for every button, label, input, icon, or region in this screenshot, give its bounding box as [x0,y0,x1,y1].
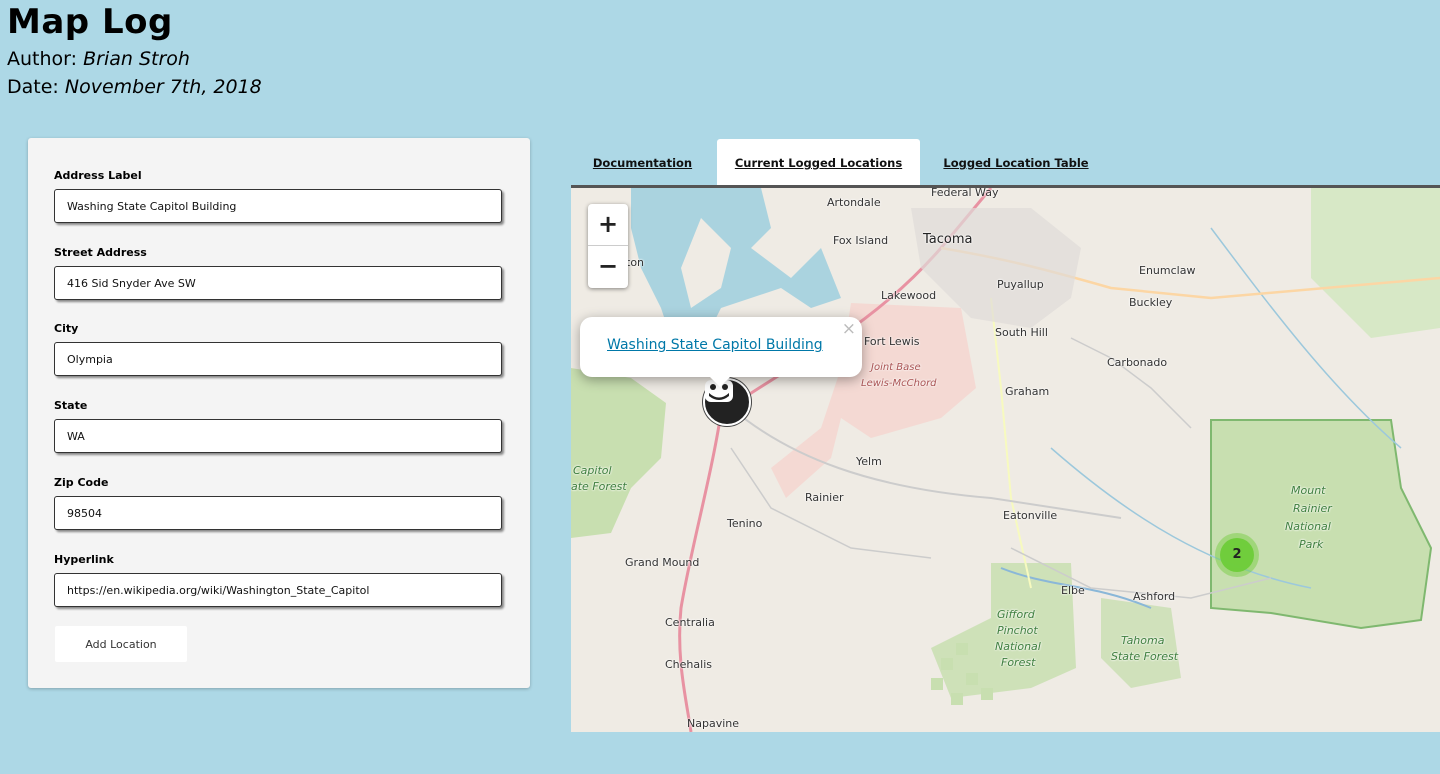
label-puyallup: Puyallup [997,278,1044,291]
close-icon[interactable]: × [842,319,856,339]
hyperlink-field: Hyperlink [54,553,502,607]
label-capitol: Capitol [573,464,612,477]
label-park: Park [1299,538,1324,551]
author-line: Author: Brian Stroh [7,48,262,70]
page-title: Map Log [7,2,173,42]
city-field: City [54,322,502,376]
address-label-input[interactable] [54,189,502,223]
label-graham: Graham [1005,385,1050,398]
zip-code-field: Zip Code [54,476,502,530]
label-federal-way: Federal Way [931,188,999,199]
city-input[interactable] [54,342,502,376]
add-location-button[interactable]: Add Location [55,626,187,662]
city-label: City [54,322,79,335]
label-rainier: Rainier [805,491,844,504]
label-forest: Forest [1001,656,1036,669]
label-tenino: Tenino [727,517,763,530]
tab-bar: Documentation Current Logged Locations L… [571,139,1440,187]
marker-cluster[interactable]: 2 [1215,533,1259,577]
popup-tip [709,376,731,387]
location-popup: Washing State Capitol Building × [580,317,862,377]
street-address-input[interactable] [54,266,502,300]
east-park-area [1311,188,1440,338]
zip-code-label: Zip Code [54,476,109,489]
label-south-hill: South Hill [995,326,1048,339]
date-label: Date: [7,76,59,98]
author-name: Brian Stroh [83,48,190,70]
label-national-forest: National [995,640,1041,653]
popup-location-link[interactable]: Washing State Capitol Building [607,337,823,353]
label-buckley: Buckley [1129,296,1173,309]
hyperlink-input[interactable] [54,573,502,607]
page-header: Map Log Author: Brian Stroh Date: Novemb… [7,0,262,104]
label-tahoma: Tahoma [1121,634,1165,647]
label-joint-base: Joint Base [871,362,921,373]
label-enumclaw: Enumclaw [1139,264,1196,277]
tab-logged-location-table[interactable]: Logged Location Table [923,139,1109,187]
label-state-forest: State Forest [1111,650,1179,663]
date-value: November 7th, 2018 [64,76,262,98]
highway-i5 [678,412,723,732]
state-label: State [54,399,88,412]
label-mount: Mount [1291,484,1326,497]
label-elbe: Elbe [1061,584,1085,597]
label-gifford: Gifford [997,608,1035,621]
address-label-label: Address Label [54,169,142,182]
street-address-field: Street Address [54,246,502,300]
label-fort-lewis: Fort Lewis [864,335,920,348]
hyperlink-label: Hyperlink [54,553,114,566]
label-capitol-state-forest: ate Forest [571,480,627,493]
zip-code-input[interactable] [54,496,502,530]
label-grand-mound: Grand Mound [625,556,700,569]
label-eatonville: Eatonville [1003,509,1058,522]
label-centralia: Centralia [665,616,715,629]
street-address-label: Street Address [54,246,147,259]
zoom-in-button[interactable]: + [588,204,628,246]
label-lewis-mcchord: Lewis-McChord [861,378,937,389]
state-input[interactable] [54,419,502,453]
zoom-control: + − [588,204,628,288]
label-national: National [1285,520,1331,533]
label-chehalis: Chehalis [665,658,712,671]
label-tacoma: Tacoma [923,232,973,247]
label-lakewood: Lakewood [881,289,937,302]
zoom-out-button[interactable]: − [588,246,628,287]
label-fox-island: Fox Island [833,234,889,247]
label-ashford: Ashford [1133,590,1176,603]
label-artondale: Artondale [827,196,881,209]
tab-current-logged-locations[interactable]: Current Logged Locations [717,139,920,187]
location-form: Address Label Street Address City State … [28,138,530,688]
state-field: State [54,399,502,453]
map-view[interactable]: Federal Way Artondale Fox Island Tacoma … [571,188,1440,732]
road-carbonado [1070,337,1192,429]
author-label: Author: [7,48,78,70]
label-ton: ton [626,256,645,269]
label-rainier-np: Rainier [1293,502,1332,515]
capitol-forest-area [571,368,666,538]
address-label-field: Address Label [54,169,502,223]
label-pinchot: Pinchot [997,624,1038,637]
tab-documentation[interactable]: Documentation [571,139,714,187]
cluster-count: 2 [1220,538,1254,572]
label-napavine: Napavine [687,717,739,730]
road-graham [990,297,1032,589]
date-line: Date: November 7th, 2018 [7,76,262,98]
label-yelm: Yelm [856,455,882,468]
label-carbonado: Carbonado [1107,356,1168,369]
